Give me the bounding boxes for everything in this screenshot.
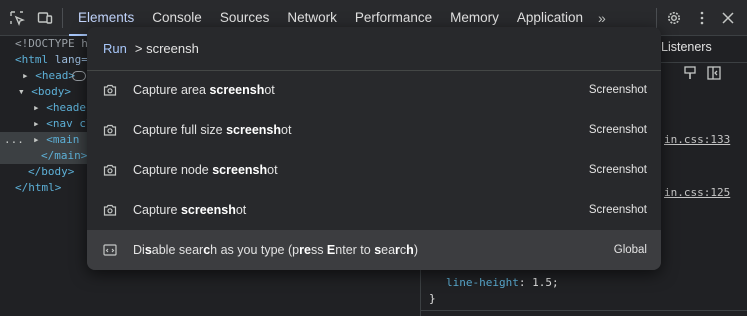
html-close-tag: </html> <box>15 181 62 194</box>
command-label: Capture full size screenshot <box>133 123 292 137</box>
head-tag: <head> <box>35 69 75 82</box>
expand-arrow-icon[interactable]: ▸ <box>33 117 40 130</box>
command-input[interactable]: Run > screensh <box>87 27 661 71</box>
toolbar-divider <box>62 7 63 28</box>
select-element-icon[interactable] <box>6 7 28 29</box>
expand-arrow-icon[interactable]: ▸ <box>33 101 40 114</box>
tab-event-listeners[interactable]: Listeners <box>661 40 712 54</box>
body-close-tag: </body> <box>28 165 75 178</box>
html-open-line[interactable]: <html lang= <box>15 52 88 68</box>
command-label: Capture screenshot <box>133 203 247 217</box>
command-query[interactable]: > screensh <box>135 41 199 56</box>
stylesheet-link[interactable]: in.css:133 <box>664 133 730 146</box>
close-devtools-icon[interactable] <box>717 7 739 29</box>
device-toolbar-icon[interactable] <box>34 7 56 29</box>
code-window-icon <box>103 242 119 258</box>
command-item[interactable]: Capture screenshot Screenshot <box>87 190 661 230</box>
rule-divider <box>421 310 747 311</box>
run-label: Run <box>103 41 127 56</box>
command-palette: Run > screensh Capture area screenshot S… <box>87 27 661 270</box>
property-name: line-height <box>446 276 519 289</box>
command-category: Global <box>613 244 647 256</box>
node-ellipsis[interactable]: ... <box>4 132 24 148</box>
main-tag: <main c <box>46 133 93 146</box>
main-node[interactable]: ▸ <main c <box>33 132 93 148</box>
html-attr: lang= <box>48 53 88 66</box>
settings-gear-icon[interactable] <box>663 7 685 29</box>
camera-icon <box>103 122 119 138</box>
rule-close-brace: } <box>429 292 436 305</box>
toolbar-divider-right <box>656 8 657 28</box>
nav-node[interactable]: ▸ <nav cl <box>33 116 93 132</box>
command-label: Capture node screenshot <box>133 163 278 177</box>
command-item[interactable]: Capture area screenshot Screenshot <box>87 70 661 110</box>
command-item[interactable]: Capture node screenshot Screenshot <box>87 150 661 190</box>
new-style-rule-icon[interactable] <box>683 66 697 83</box>
command-category: Screenshot <box>588 84 647 96</box>
command-label: Capture area screenshot <box>133 83 275 97</box>
style-declaration[interactable]: line-height: 1.5; <box>446 276 559 289</box>
main-close-tag: </main> <box>41 149 88 162</box>
command-item[interactable]: Capture full size screenshot Screenshot <box>87 110 661 150</box>
body-tag: <body> <box>31 85 71 98</box>
property-value: 1.5; <box>532 276 559 289</box>
command-item-selected[interactable]: Disable search as you type (press Enter … <box>87 230 661 270</box>
camera-icon <box>103 162 119 178</box>
expand-arrow-icon[interactable]: ▸ <box>22 69 29 82</box>
expand-arrow-icon[interactable]: ▸ <box>33 133 40 146</box>
command-category: Screenshot <box>588 124 647 136</box>
header-node[interactable]: ▸ <header <box>33 100 93 116</box>
command-category: Screenshot <box>588 204 647 216</box>
nav-tag: <nav cl <box>46 117 93 130</box>
stylesheet-link[interactable]: in.css:125 <box>664 186 730 199</box>
kebab-menu-icon[interactable] <box>691 7 713 29</box>
head-node[interactable]: ▸ <head> <box>22 68 75 84</box>
collapse-arrow-icon[interactable]: ▾ <box>18 85 25 98</box>
ellipsis-badge-icon[interactable] <box>72 71 86 81</box>
command-label: Disable search as you type (press Enter … <box>133 243 418 257</box>
command-category: Screenshot <box>588 164 647 176</box>
html-tag: <html <box>15 53 49 66</box>
header-tag: <header <box>46 101 93 114</box>
camera-icon <box>103 82 119 98</box>
camera-icon <box>103 202 119 218</box>
toggle-sidebar-icon[interactable] <box>707 66 721 83</box>
doctype-line: <!DOCTYPE h <box>15 37 88 50</box>
body-node[interactable]: ▾ <body> <box>18 84 71 100</box>
